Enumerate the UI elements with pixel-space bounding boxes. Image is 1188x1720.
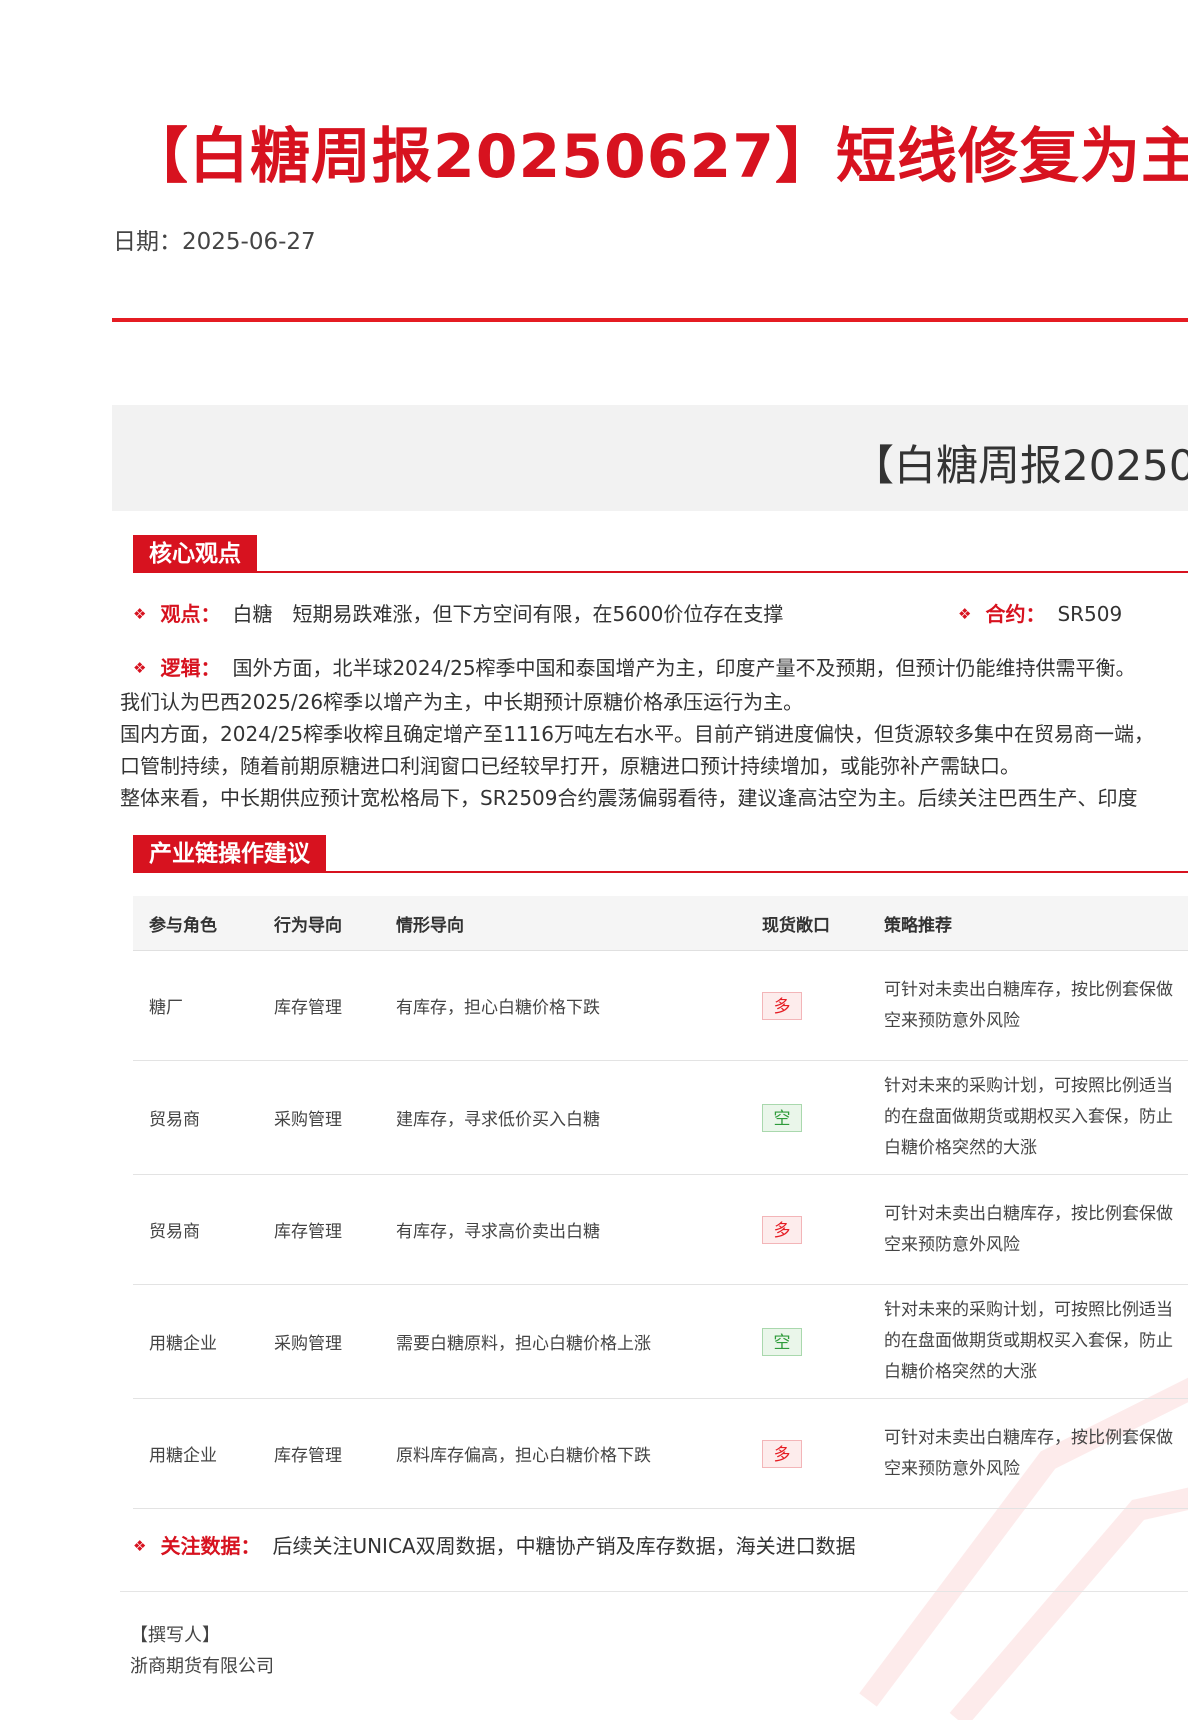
logic-line-1: ❖ 逻辑： 国外方面，北半球2024/25榨季中国和泰国增产为主，印度产量不及预期，… [133, 654, 1136, 684]
author-label: 【撰写人】 [130, 1625, 220, 1646]
strategy-line: 白糖价格突然的大涨 [884, 1138, 1037, 1158]
cell-role: 贸易商 [133, 1174, 258, 1285]
contract-line: ❖ 合约： SR509 [958, 600, 1122, 630]
exposure-badge-long: 多 [762, 1439, 802, 1468]
table-row: 用糖企业 库存管理 原料库存偏高，担心白糖价格下跌 多 可针对未卖出白糖库存，按… [133, 1398, 1188, 1509]
footer-divider [120, 1591, 1188, 1592]
section-label-industry-chain: 产业链操作建议 [133, 835, 326, 873]
logic-text-1: 国外方面，北半球2024/25榨季中国和泰国增产为主，印度产量不及预期，但预计仍… [232, 656, 1136, 680]
view-key: 观点： [160, 602, 221, 626]
table-header-row: 参与角色 行为导向 情形导向 现货敞口 策略推荐 [133, 896, 1188, 951]
logic-line-2: 我们认为巴西2025/26榨季以增产为主，中长期预计原糖价格承压运行为主。 [120, 690, 804, 714]
table-row: 用糖企业 采购管理 需要白糖原料，担心白糖价格上涨 空 针对未来的采购计划，可按… [133, 1284, 1188, 1399]
cell-situation: 需要白糖原料，担心白糖价格上涨 [380, 1284, 746, 1399]
view-line: ❖ 观点： 白糖 短期易跌难涨，但下方空间有限，在5600价位存在支撑 [133, 600, 783, 630]
focus-key: 关注数据： [160, 1534, 261, 1558]
table-row: 糖厂 库存管理 有库存，担心白糖价格下跌 多 可针对未卖出白糖库存，按比例套保做… [133, 950, 1188, 1061]
cell-strategy: 可针对未卖出白糖库存，按比例套保做 空来预防意外风险 [868, 1398, 1188, 1509]
cell-role: 用糖企业 [133, 1284, 258, 1399]
exposure-badge-long: 多 [762, 1215, 802, 1244]
cell-exposure: 多 [746, 950, 868, 1061]
exposure-badge-short: 空 [762, 1327, 802, 1356]
diamond-bullet-icon: ❖ [133, 659, 147, 677]
diamond-bullet-icon: ❖ [958, 605, 972, 623]
cell-behavior: 采购管理 [258, 1060, 380, 1175]
cell-behavior: 库存管理 [258, 1398, 380, 1509]
cell-exposure: 多 [746, 1174, 868, 1285]
logic-line-3: 国内方面，2024/25榨季收榨且确定增产至1116万吨左右水平。目前产销进度偏… [120, 722, 1154, 746]
cell-behavior: 采购管理 [258, 1284, 380, 1399]
view-text: 短期易跌难涨，但下方空间有限，在5600价位存在支撑 [292, 602, 784, 626]
logic-key: 逻辑： [160, 656, 221, 680]
cell-strategy: 针对未来的采购计划，可按照比例适当 的在盘面做期货或期权买入套保，防止 白糖价格… [868, 1284, 1188, 1399]
table-row: 贸易商 采购管理 建库存，寻求低价买入白糖 空 针对未来的采购计划，可按照比例适… [133, 1060, 1188, 1175]
header-strategy: 策略推荐 [868, 896, 1188, 951]
contract-key: 合约： [985, 602, 1046, 626]
cell-role: 糖厂 [133, 950, 258, 1061]
cell-role: 用糖企业 [133, 1398, 258, 1509]
cell-situation: 原料库存偏高，担心白糖价格下跌 [380, 1398, 746, 1509]
strategy-line: 空来预防意外风险 [884, 1234, 1020, 1255]
date-label: 日期： [113, 229, 182, 255]
header-behavior: 行为导向 [258, 896, 380, 951]
cell-situation: 有库存，寻求高价卖出白糖 [380, 1174, 746, 1285]
report-date: 日期：2025-06-27 [113, 222, 316, 256]
report-banner: 【白糖周报20250627】短线修复为主 [112, 405, 1188, 511]
strategy-line: 针对未来的采购计划，可按照比例适当 [884, 1300, 1173, 1320]
section-rule [133, 871, 1188, 873]
cell-exposure: 多 [746, 1398, 868, 1509]
page-title: 【白糖周报20250627】短线修复为主 [128, 122, 1188, 192]
cell-strategy: 针对未来的采购计划，可按照比例适当 的在盘面做期货或期权买入套保，防止 白糖价格… [868, 1060, 1188, 1175]
section-label-core-view: 核心观点 [133, 535, 257, 573]
table-row: 贸易商 库存管理 有库存，寻求高价卖出白糖 多 可针对未卖出白糖库存，按比例套保… [133, 1174, 1188, 1285]
banner-title: 【白糖周报20250627】短线修复为主 [852, 441, 1188, 490]
section-header-core-view: 核心观点 [133, 535, 1188, 573]
strategy-line: 可针对未卖出白糖库存，按比例套保做 [884, 1203, 1173, 1224]
focus-text: 后续关注UNICA双周数据，中糖协产销及库存数据，海关进口数据 [272, 1534, 856, 1558]
strategy-line: 空来预防意外风险 [884, 1010, 1020, 1031]
header-role: 参与角色 [133, 896, 258, 951]
header-situation: 情形导向 [380, 896, 746, 951]
author-company: 浙商期货有限公司 [130, 1656, 274, 1677]
header-exposure: 现货敞口 [746, 896, 868, 951]
cell-behavior: 库存管理 [258, 950, 380, 1061]
contract-value: SR509 [1057, 602, 1123, 626]
cell-strategy: 可针对未卖出白糖库存，按比例套保做 空来预防意外风险 [868, 950, 1188, 1061]
strategy-line: 空来预防意外风险 [884, 1458, 1020, 1479]
cell-situation: 有库存，担心白糖价格下跌 [380, 950, 746, 1061]
section-rule [133, 571, 1188, 573]
focus-data-line: ❖ 关注数据： 后续关注UNICA双周数据，中糖协产销及库存数据，海关进口数据 [133, 1532, 856, 1562]
industry-advice-table: 参与角色 行为导向 情形导向 现货敞口 策略推荐 糖厂 库存管理 有库存，担心白… [133, 896, 1188, 1509]
cell-behavior: 库存管理 [258, 1174, 380, 1285]
cell-role: 贸易商 [133, 1060, 258, 1175]
cell-strategy: 可针对未卖出白糖库存，按比例套保做 空来预防意外风险 [868, 1174, 1188, 1285]
exposure-badge-short: 空 [762, 1103, 802, 1132]
cell-exposure: 空 [746, 1060, 868, 1175]
logic-line-5: 整体来看，中长期供应预计宽松格局下，SR2509合约震荡偏弱看待，建议逢高沽空为… [120, 786, 1138, 810]
view-commodity: 白糖 [232, 602, 273, 626]
strategy-line: 白糖价格突然的大涨 [884, 1362, 1037, 1382]
title-divider [112, 318, 1188, 322]
diamond-bullet-icon: ❖ [133, 605, 147, 623]
strategy-line: 的在盘面做期货或期权买入套保，防止 [884, 1107, 1173, 1127]
cell-exposure: 空 [746, 1284, 868, 1399]
section-header-industry-chain: 产业链操作建议 [133, 835, 1188, 873]
date-value: 2025-06-27 [182, 229, 316, 255]
cell-situation: 建库存，寻求低价买入白糖 [380, 1060, 746, 1175]
exposure-badge-long: 多 [762, 991, 802, 1020]
diamond-bullet-icon: ❖ [133, 1537, 147, 1555]
strategy-line: 可针对未卖出白糖库存，按比例套保做 [884, 1427, 1173, 1448]
strategy-line: 针对未来的采购计划，可按照比例适当 [884, 1076, 1173, 1096]
logic-line-4: 口管制持续，随着前期原糖进口利润窗口已经较早打开，原糖进口预计持续增加，或能弥补… [120, 754, 1020, 778]
strategy-line: 可针对未卖出白糖库存，按比例套保做 [884, 979, 1173, 1000]
strategy-line: 的在盘面做期货或期权买入套保，防止 [884, 1331, 1173, 1351]
